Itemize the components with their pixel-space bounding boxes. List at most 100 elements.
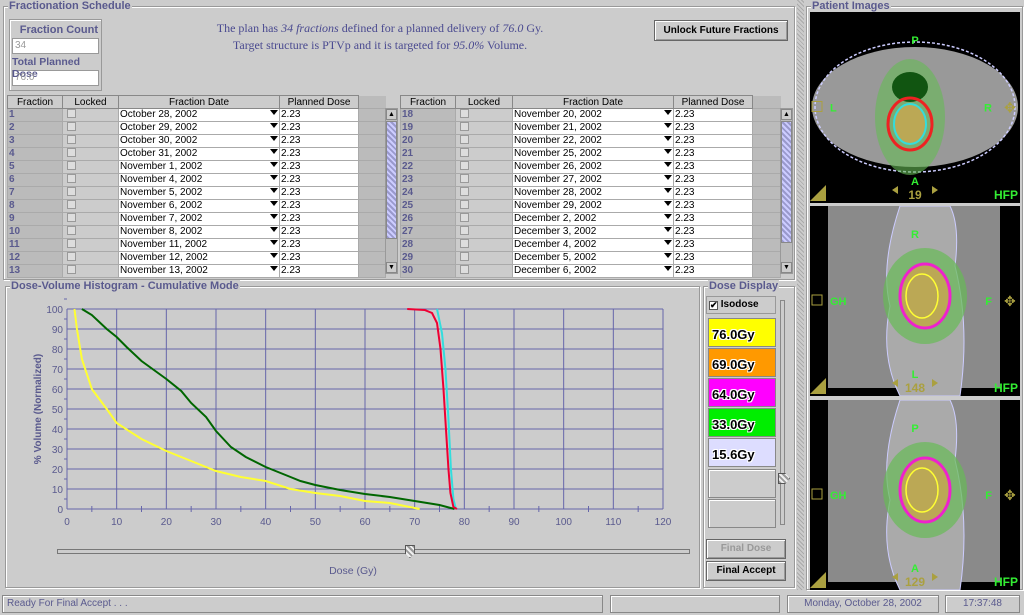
dose-slider[interactable]: [57, 549, 690, 554]
planned-dose-field[interactable]: 2.23: [279, 212, 359, 226]
final-dose-button[interactable]: Final Dose: [706, 539, 786, 559]
dropdown-arrow-icon[interactable]: [270, 240, 278, 245]
planned-dose-field[interactable]: 2.23: [279, 134, 359, 148]
fraction-date-select[interactable]: November 27, 2002: [512, 173, 674, 187]
fraction-date-select[interactable]: November 13, 2002: [118, 264, 280, 278]
fraction-date-select[interactable]: November 26, 2002: [512, 160, 674, 174]
locked-checkbox[interactable]: [460, 200, 469, 209]
locked-checkbox[interactable]: [460, 161, 469, 170]
fraction-date-select[interactable]: November 1, 2002: [118, 160, 280, 174]
planned-dose-field[interactable]: 2.23: [673, 186, 753, 200]
locked-checkbox[interactable]: [460, 135, 469, 144]
dropdown-arrow-icon[interactable]: [664, 253, 672, 258]
scroll-down-icon[interactable]: ▼: [781, 262, 792, 273]
locked-checkbox[interactable]: [67, 265, 76, 274]
dropdown-arrow-icon[interactable]: [270, 136, 278, 141]
fraction-date-select[interactable]: November 8, 2002: [118, 225, 280, 239]
dropdown-arrow-icon[interactable]: [270, 149, 278, 154]
planned-dose-field[interactable]: 2.23: [279, 173, 359, 187]
prev-slice-icon[interactable]: [892, 186, 898, 194]
fraction-date-select[interactable]: December 5, 2002: [512, 251, 674, 265]
pan-move-icon[interactable]: ✥: [1004, 100, 1016, 116]
left-table-scrollbar[interactable]: ▲ ▼: [385, 108, 398, 274]
locked-checkbox[interactable]: [67, 213, 76, 222]
panel-splitter[interactable]: [797, 0, 804, 590]
planned-dose-field[interactable]: 2.23: [279, 251, 359, 265]
unlock-future-fractions-button[interactable]: Unlock Future Fractions: [654, 20, 788, 41]
fraction-date-select[interactable]: November 5, 2002: [118, 186, 280, 200]
fraction-date-select[interactable]: November 20, 2002: [512, 108, 674, 122]
col-fraction-date[interactable]: Fraction Date: [118, 95, 280, 109]
dropdown-arrow-icon[interactable]: [270, 201, 278, 206]
dropdown-arrow-icon[interactable]: [664, 175, 672, 180]
fraction-date-select[interactable]: November 22, 2002: [512, 134, 674, 148]
fraction-date-select[interactable]: October 30, 2002: [118, 134, 280, 148]
locked-checkbox[interactable]: [67, 187, 76, 196]
dropdown-arrow-icon[interactable]: [270, 162, 278, 167]
layers-icon[interactable]: [811, 294, 823, 306]
col-planned-dose[interactable]: Planned Dose: [279, 95, 359, 109]
dropdown-arrow-icon[interactable]: [664, 136, 672, 141]
planned-dose-field[interactable]: 2.23: [673, 212, 753, 226]
locked-checkbox[interactable]: [460, 122, 469, 131]
dropdown-arrow-icon[interactable]: [664, 214, 672, 219]
planned-dose-field[interactable]: 2.23: [279, 225, 359, 239]
patient-image-view-1[interactable]: R L GH F 148 HFP ✥: [810, 206, 1020, 396]
locked-checkbox[interactable]: [67, 135, 76, 144]
locked-checkbox[interactable]: [67, 122, 76, 131]
locked-checkbox[interactable]: [67, 200, 76, 209]
planned-dose-field[interactable]: 2.23: [673, 199, 753, 213]
fraction-date-select[interactable]: October 28, 2002: [118, 108, 280, 122]
dropdown-arrow-icon[interactable]: [270, 214, 278, 219]
planned-dose-field[interactable]: 2.23: [279, 199, 359, 213]
layers-icon[interactable]: [811, 488, 823, 500]
window-level-icon[interactable]: [810, 185, 826, 201]
planned-dose-field[interactable]: 2.23: [673, 225, 753, 239]
scroll-thumb[interactable]: [386, 121, 397, 239]
fraction-date-select[interactable]: October 31, 2002: [118, 147, 280, 161]
dropdown-arrow-icon[interactable]: [270, 253, 278, 258]
planned-dose-field[interactable]: 2.23: [279, 160, 359, 174]
window-level-icon[interactable]: [810, 572, 826, 588]
pan-move-icon[interactable]: ✥: [1004, 293, 1016, 309]
planned-dose-field[interactable]: 2.23: [673, 147, 753, 161]
dropdown-arrow-icon[interactable]: [664, 162, 672, 167]
scroll-down-icon[interactable]: ▼: [386, 262, 397, 273]
locked-checkbox[interactable]: [460, 148, 469, 157]
isodose-checkbox[interactable]: ✔: [709, 301, 718, 310]
planned-dose-field[interactable]: 2.23: [279, 238, 359, 252]
planned-dose-field[interactable]: 2.23: [279, 108, 359, 122]
dropdown-arrow-icon[interactable]: [664, 266, 672, 271]
scroll-up-icon[interactable]: ▲: [386, 109, 397, 120]
fraction-date-select[interactable]: December 2, 2002: [512, 212, 674, 226]
fraction-date-select[interactable]: November 12, 2002: [118, 251, 280, 265]
scroll-thumb[interactable]: [781, 121, 792, 243]
isodose-level-2[interactable]: 64.0Gy: [708, 378, 776, 407]
locked-checkbox[interactable]: [460, 252, 469, 261]
planned-dose-field[interactable]: 2.23: [673, 173, 753, 187]
planned-dose-field[interactable]: 2.23: [673, 121, 753, 135]
isodose-level-empty[interactable]: [708, 469, 776, 498]
right-table-scrollbar[interactable]: ▲ ▼: [780, 108, 793, 274]
final-accept-button[interactable]: Final Accept: [706, 561, 786, 581]
locked-checkbox[interactable]: [67, 174, 76, 183]
fraction-date-select[interactable]: December 6, 2002: [512, 264, 674, 278]
fraction-date-select[interactable]: December 3, 2002: [512, 225, 674, 239]
locked-checkbox[interactable]: [67, 252, 76, 261]
locked-checkbox[interactable]: [460, 226, 469, 235]
planned-dose-field[interactable]: 2.23: [279, 186, 359, 200]
pan-move-icon[interactable]: ✥: [1004, 487, 1016, 503]
planned-dose-field[interactable]: 2.23: [673, 264, 753, 278]
dropdown-arrow-icon[interactable]: [270, 123, 278, 128]
dropdown-arrow-icon[interactable]: [270, 110, 278, 115]
patient-image-view-2[interactable]: P A GH F 129 HFP ✥: [810, 400, 1020, 590]
isodose-level-4[interactable]: 15.6Gy: [708, 438, 776, 467]
dropdown-arrow-icon[interactable]: [270, 227, 278, 232]
locked-checkbox[interactable]: [67, 109, 76, 118]
planned-dose-field[interactable]: 2.23: [279, 147, 359, 161]
dropdown-arrow-icon[interactable]: [664, 201, 672, 206]
isodose-slider-track[interactable]: [780, 300, 785, 525]
fraction-date-select[interactable]: December 4, 2002: [512, 238, 674, 252]
col-fraction-date[interactable]: Fraction Date: [512, 95, 674, 109]
total-planned-dose-field[interactable]: 76.0: [12, 70, 99, 86]
